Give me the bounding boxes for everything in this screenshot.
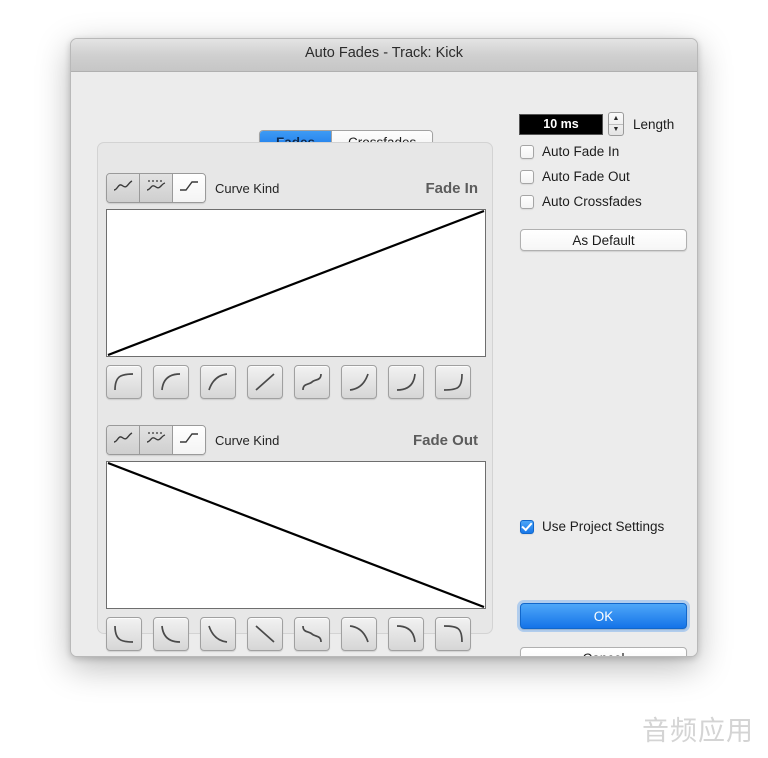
fade-out-preset-exp-shallow[interactable] (341, 617, 377, 651)
cancel-button[interactable]: Cancel (520, 647, 687, 656)
spline-curve-icon (112, 178, 134, 199)
dialog-body: Fades Crossfades (71, 72, 697, 656)
ok-button[interactable]: OK (520, 603, 687, 629)
fade-out-presets[interactable] (106, 617, 484, 655)
fade-out-section-title: Fade Out (412, 431, 478, 449)
screen: Auto Fades - Track: Kick Fades Crossfade… (0, 0, 768, 758)
fade-out-preset-linear[interactable] (247, 617, 283, 651)
auto-fade-in-label: Auto Fade In (542, 144, 620, 159)
fade-in-preset-log-shallow[interactable] (200, 365, 236, 399)
auto-crossfades-checkbox[interactable] (520, 194, 534, 209)
dialog-titlebar[interactable]: Auto Fades - Track: Kick (71, 39, 697, 72)
watermark: 音频应用 (642, 716, 754, 747)
fade-out-preset-s-curve[interactable] (294, 617, 330, 651)
fade-out-curve (107, 462, 485, 608)
fade-in-curve-kind-label: Curve Kind (215, 180, 280, 196)
damped-spline-curve-icon (145, 178, 167, 199)
fade-in-section-title: Fade In (425, 179, 478, 197)
fades-group-panel: Curve Kind Fade In Curve Kind Fade Out (97, 142, 493, 651)
auto-fade-in-row[interactable]: Auto Fade In (520, 144, 619, 159)
fade-in-preset-exp-medium[interactable] (388, 365, 424, 399)
fade-in-preset-exp-shallow[interactable] (341, 365, 377, 399)
fade-in-presets[interactable] (106, 365, 484, 403)
auto-crossfades-row[interactable]: Auto Crossfades (520, 194, 642, 209)
length-input[interactable]: 10 ms (519, 113, 603, 135)
fade-in-curve (107, 210, 485, 356)
as-default-button[interactable]: As Default (520, 229, 687, 251)
auto-fade-out-row[interactable]: Auto Fade Out (520, 169, 630, 184)
fade-out-curve-kind-row: Curve Kind Fade Out (106, 425, 484, 455)
fade-in-preset-log-medium[interactable] (153, 365, 189, 399)
spline-curve-icon (112, 430, 134, 451)
fade-in-spline-curve-button[interactable] (107, 174, 139, 202)
settings-column: 10 ms ▲ ▼ Length Auto Fade In Auto Fade … (516, 72, 691, 656)
use-project-settings-checkbox[interactable] (520, 519, 534, 534)
fade-out-preset-exp-steep[interactable] (435, 617, 471, 651)
length-label: Length (633, 116, 675, 132)
auto-fade-out-checkbox[interactable] (520, 169, 534, 184)
dialog-title: Auto Fades - Track: Kick (305, 45, 463, 61)
fade-in-curve-kind-group[interactable] (106, 173, 206, 203)
use-project-settings-row[interactable]: Use Project Settings (520, 519, 664, 534)
auto-fade-in-checkbox[interactable] (520, 144, 534, 159)
fade-in-preset-s-curve[interactable] (294, 365, 330, 399)
length-row: 10 ms ▲ ▼ Length (519, 112, 674, 136)
fade-out-curve-kind-label: Curve Kind (215, 432, 280, 448)
linear-curve-icon (178, 430, 200, 451)
fade-out-linear-curve-button[interactable] (172, 426, 205, 454)
fade-in-graph[interactable] (106, 209, 486, 357)
fade-in-curve-kind-row: Curve Kind Fade In (106, 173, 484, 203)
fade-out-preset-exp-medium[interactable] (388, 617, 424, 651)
fade-out-preset-log-shallow[interactable] (200, 617, 236, 651)
length-stepper[interactable]: ▲ ▼ (608, 112, 624, 136)
fade-in-damped-spline-curve-button[interactable] (139, 174, 172, 202)
fade-in-preset-log-steep[interactable] (106, 365, 142, 399)
auto-fade-out-label: Auto Fade Out (542, 169, 630, 184)
use-project-settings-label: Use Project Settings (542, 519, 665, 534)
auto-crossfades-label: Auto Crossfades (542, 194, 642, 209)
fade-out-spline-curve-button[interactable] (107, 426, 139, 454)
stepper-up-icon[interactable]: ▲ (609, 113, 623, 125)
fade-out-graph[interactable] (106, 461, 486, 609)
fade-in-linear-curve-button[interactable] (172, 174, 205, 202)
damped-spline-curve-icon (145, 430, 167, 451)
fade-in-preset-linear[interactable] (247, 365, 283, 399)
fade-out-preset-log-steep[interactable] (106, 617, 142, 651)
fade-out-preset-log-medium[interactable] (153, 617, 189, 651)
fade-in-preset-exp-steep[interactable] (435, 365, 471, 399)
fade-out-curve-kind-group[interactable] (106, 425, 206, 455)
fade-out-damped-spline-curve-button[interactable] (139, 426, 172, 454)
auto-fades-dialog: Auto Fades - Track: Kick Fades Crossfade… (70, 38, 698, 657)
linear-curve-icon (178, 178, 200, 199)
stepper-down-icon[interactable]: ▼ (609, 125, 623, 136)
